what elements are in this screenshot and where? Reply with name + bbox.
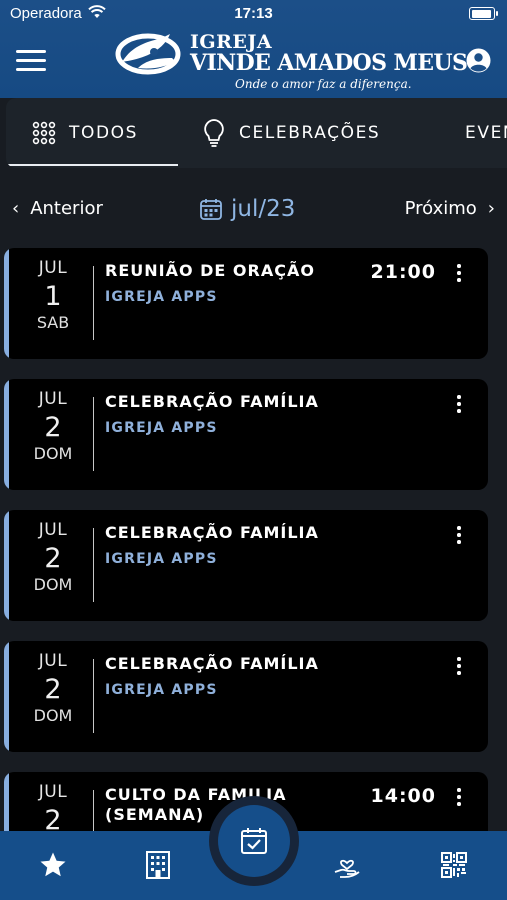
logo-hands-icon [115,33,181,75]
tab-celebracoes[interactable]: CELEBRAÇÕES [202,98,422,168]
event-month: JUL [38,258,68,278]
calendar-check-icon [241,828,267,854]
event-organizer: IGREJA APPS [105,289,218,305]
event-divider [93,266,94,340]
tab-todos-label: TODOS [69,123,139,143]
next-label: Próximo [404,198,477,219]
event-date: JUL 2 [9,782,97,832]
event-title: REUNIÃO DE ORAÇÃO [105,261,315,280]
event-day: 1 [44,281,62,312]
more-options-icon[interactable] [454,264,464,286]
logo-tagline: Onde o amor faz a diferença. [235,77,412,91]
tab-celebracoes-label: CELEBRAÇÕES [239,123,381,143]
event-organizer: IGREJA APPS [105,551,218,567]
event-card[interactable]: JUL 2 DOM CELEBRAÇÃO FAMÍLIA IGREJA APPS [4,379,488,490]
event-divider [93,397,94,471]
previous-month-button[interactable]: ‹ Anterior [12,198,103,219]
event-organizer: IGREJA APPS [105,682,218,698]
event-date: JUL 1 SAB [9,258,97,332]
battery-icon [469,7,498,20]
profile-button[interactable] [466,48,491,73]
event-title: CELEBRAÇÃO FAMÍLIA [105,654,319,673]
event-month: JUL [38,651,68,671]
event-card[interactable]: JUL 2 DOM CELEBRAÇÃO FAMÍLIA IGREJA APPS [4,510,488,621]
previous-label: Anterior [30,198,103,219]
event-list: JUL 1 SAB REUNIÃO DE ORAÇÃO IGREJA APPS … [0,248,507,832]
more-options-icon[interactable] [454,526,464,548]
event-weekday: SAB [36,313,70,332]
event-divider [93,790,94,832]
more-options-icon[interactable] [454,395,464,417]
nav-church[interactable] [138,845,178,885]
nav-qr-code[interactable] [434,845,474,885]
next-month-button[interactable]: Próximo › [405,198,495,219]
building-icon [146,851,170,879]
nav-agenda-button[interactable] [218,805,290,877]
chevron-right-icon: › [487,198,495,219]
status-bar: Operadora 17:13 [0,0,507,28]
event-month: JUL [38,782,68,802]
chevron-left-icon: ‹ [12,198,20,219]
tab-todos[interactable]: TODOS [6,98,178,168]
nav-donations[interactable] [327,845,367,885]
event-day: 2 [44,805,62,832]
event-divider [93,528,94,602]
event-card[interactable]: JUL 1 SAB REUNIÃO DE ORAÇÃO IGREJA APPS … [4,248,488,359]
app-header: Operadora 17:13 IGREJA VINDE AMADOS MEUS… [0,0,507,98]
event-day: 2 [44,412,62,443]
event-card[interactable]: JUL 2 DOM CELEBRAÇÃO FAMÍLIA IGREJA APPS [4,641,488,752]
event-weekday: DOM [33,575,73,594]
event-day: 2 [44,543,62,574]
event-time: 21:00 [370,261,436,283]
logo-line-2: VINDE AMADOS MEUS [190,50,468,76]
more-options-icon[interactable] [454,788,464,810]
qr-code-icon [441,852,467,878]
event-weekday: DOM [33,706,73,725]
event-title: CELEBRAÇÃO FAMÍLIA [105,392,319,411]
event-divider [93,659,94,733]
event-month: JUL [38,389,68,409]
tab-eventos-label: EVENTOS [465,123,507,143]
current-month: jul/23 [231,196,296,222]
church-logo: IGREJA VINDE AMADOS MEUS Onde o amor faz… [112,28,468,94]
category-tabs: TODOS CELEBRAÇÕES EVENTOS [6,98,507,168]
hand-heart-icon [334,859,360,878]
nav-favorites[interactable] [33,845,73,885]
tab-eventos[interactable]: EVENTOS [452,98,507,168]
user-icon [466,48,491,73]
event-date: JUL 2 DOM [9,389,97,463]
event-day: 2 [44,674,62,705]
event-time: 14:00 [370,785,436,807]
event-title: CELEBRAÇÃO FAMÍLIA [105,523,319,542]
event-date: JUL 2 DOM [9,651,97,725]
more-options-icon[interactable] [454,657,464,679]
status-time: 17:13 [234,5,273,22]
star-icon [40,852,66,877]
lightbulb-icon [204,119,224,147]
nav-agenda-fab [209,796,299,886]
event-date: JUL 2 DOM [9,520,97,594]
grid-dots-icon [32,121,56,145]
event-weekday: DOM [33,444,73,463]
month-picker[interactable]: jul/23 [199,196,295,222]
calendar-icon [200,199,222,220]
event-month: JUL [38,520,68,540]
menu-button[interactable] [16,50,46,72]
event-organizer: IGREJA APPS [105,420,218,436]
month-navigation: ‹ Anterior jul/23 Próximo › [0,190,507,232]
